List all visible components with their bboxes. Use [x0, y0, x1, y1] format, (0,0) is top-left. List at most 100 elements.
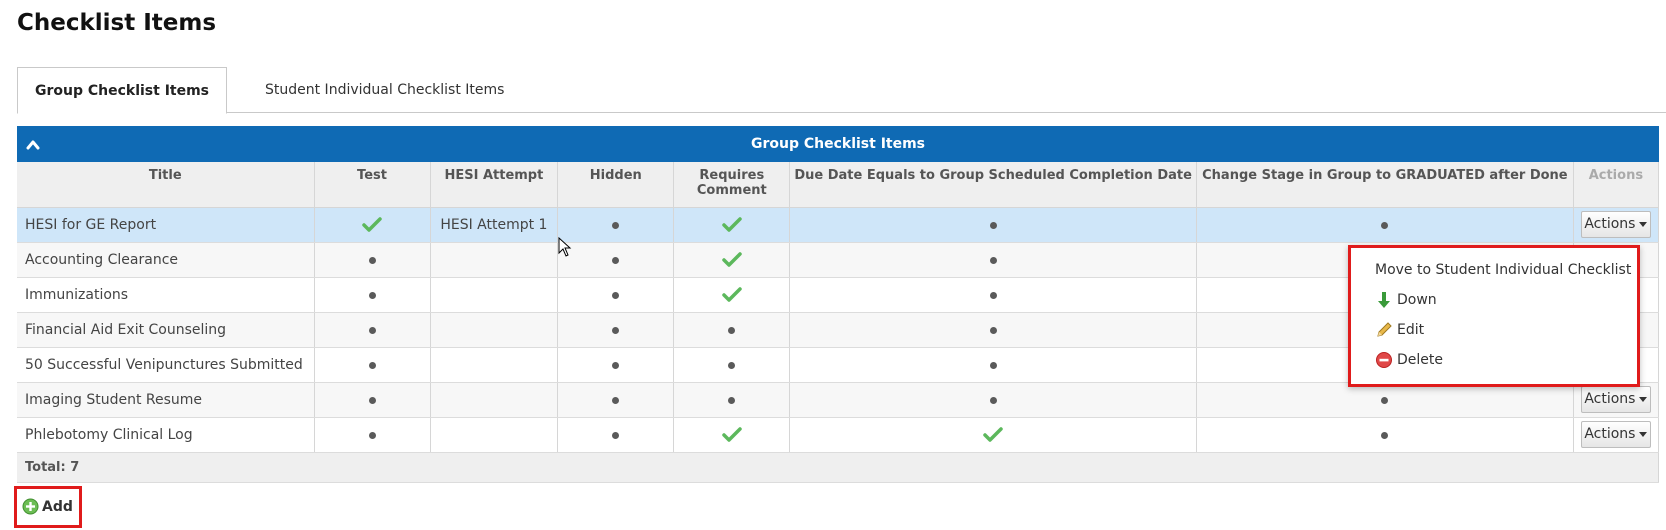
cell-due-date — [789, 242, 1197, 278]
table-footer-total: Total: 7 — [17, 452, 1659, 483]
grid-header: Group Checklist Items — [17, 126, 1659, 162]
cell-hidden — [557, 347, 675, 383]
actions-dropdown-menu: Move to Student Individual Checklist Dow… — [1348, 245, 1640, 387]
caret-down-icon — [1639, 221, 1648, 227]
add-button[interactable]: Add — [22, 494, 74, 520]
table-row[interactable]: Phlebotomy Clinical Log Actions — [17, 417, 1660, 453]
checkmark-icon — [362, 216, 382, 232]
dot-icon — [1381, 221, 1389, 229]
dot-icon — [989, 361, 997, 369]
checkmark-icon — [722, 286, 742, 302]
cell-hidden — [557, 382, 675, 418]
cell-due-date — [789, 382, 1197, 418]
cell-hesi-attempt — [430, 242, 559, 278]
cell-title: Financial Aid Exit Counseling — [17, 312, 315, 348]
menu-item-delete[interactable]: Delete — [1375, 349, 1443, 371]
cell-due-date — [789, 347, 1197, 383]
delete-icon — [1376, 352, 1392, 368]
column-header-due-date[interactable]: Due Date Equals to Group Scheduled Compl… — [789, 162, 1197, 208]
cell-due-date — [789, 312, 1197, 348]
column-header-hesi-attempt[interactable]: HESI Attempt — [430, 162, 559, 208]
dot-icon — [989, 256, 997, 264]
dot-icon — [989, 221, 997, 229]
chevron-up-icon[interactable] — [26, 138, 40, 152]
menu-item-label: Down — [1397, 292, 1437, 308]
dot-icon — [368, 256, 376, 264]
actions-button-label: Actions — [1584, 426, 1636, 442]
cell-test — [314, 382, 431, 418]
dot-icon — [368, 326, 376, 334]
column-header-title[interactable]: Title — [17, 162, 315, 208]
dot-icon — [612, 361, 620, 369]
dot-icon — [612, 256, 620, 264]
cell-hesi-attempt — [430, 417, 559, 453]
tab-group-checklist-items[interactable]: Group Checklist Items — [17, 67, 227, 114]
cell-test — [314, 417, 431, 453]
cell-hesi-attempt — [430, 277, 559, 313]
column-header-requires-comment[interactable]: Requires Comment — [673, 162, 791, 208]
cell-hesi-attempt — [430, 382, 559, 418]
dot-icon — [368, 431, 376, 439]
page-title: Checklist Items — [17, 10, 217, 36]
menu-item-down[interactable]: Down — [1375, 289, 1437, 311]
cell-requires-comment — [673, 382, 791, 418]
cell-due-date — [789, 207, 1197, 243]
cell-hesi-attempt — [430, 312, 559, 348]
cell-actions: Actions — [1573, 207, 1660, 243]
cell-requires-comment — [673, 312, 791, 348]
cell-test — [314, 347, 431, 383]
checkmark-icon — [722, 251, 742, 267]
column-header-row: Title Test HESI Attempt Hidden Requires … — [17, 162, 1660, 208]
menu-item-edit[interactable]: Edit — [1375, 319, 1424, 341]
table-row[interactable]: Imaging Student Resume Actions — [17, 382, 1660, 418]
cell-title: 50 Successful Venipunctures Submitted — [17, 347, 315, 383]
dot-icon — [728, 396, 736, 404]
dot-icon — [612, 291, 620, 299]
menu-item-move-to-student-individual[interactable]: Move to Student Individual Checklist — [1375, 259, 1631, 281]
checkmark-icon — [722, 426, 742, 442]
cell-hidden — [557, 277, 675, 313]
dot-icon — [368, 361, 376, 369]
cell-test — [314, 312, 431, 348]
cell-title: Accounting Clearance — [17, 242, 315, 278]
menu-item-label: Edit — [1397, 322, 1425, 338]
actions-button[interactable]: Actions — [1580, 386, 1651, 413]
cell-due-date — [789, 277, 1197, 313]
tab-student-individual-checklist-items[interactable]: Student Individual Checklist Items — [246, 67, 523, 114]
cell-requires-comment — [673, 417, 791, 453]
cell-requires-comment — [673, 347, 791, 383]
cell-hesi-attempt: HESI Attempt 1 — [430, 207, 559, 243]
cell-hidden — [557, 207, 675, 243]
dot-icon — [1381, 396, 1389, 404]
dot-icon — [368, 396, 376, 404]
dot-icon — [1381, 431, 1389, 439]
column-header-actions: Actions — [1573, 162, 1660, 208]
add-button-highlight: Add — [14, 486, 82, 528]
cell-requires-comment — [673, 207, 791, 243]
dot-icon — [612, 326, 620, 334]
table-row[interactable]: HESI for GE Report HESI Attempt 1 Actions — [17, 207, 1660, 243]
checkmark-icon — [983, 426, 1003, 442]
cell-title: Phlebotomy Clinical Log — [17, 417, 315, 453]
cell-requires-comment — [673, 277, 791, 313]
column-header-hidden[interactable]: Hidden — [557, 162, 675, 208]
cell-requires-comment — [673, 242, 791, 278]
cell-title: HESI for GE Report — [17, 207, 315, 243]
cell-hesi-attempt — [430, 347, 559, 383]
actions-button[interactable]: Actions — [1580, 211, 1651, 238]
cell-change-stage — [1196, 207, 1574, 243]
dot-icon — [612, 431, 620, 439]
cell-test — [314, 242, 431, 278]
down-arrow-icon — [1378, 292, 1390, 308]
dot-icon — [728, 326, 736, 334]
tab-bar: Group Checklist Items Student Individual… — [17, 67, 1666, 114]
column-header-change-stage[interactable]: Change Stage in Group to GRADUATED after… — [1196, 162, 1574, 208]
grid-title: Group Checklist Items — [750, 136, 926, 152]
dot-icon — [612, 221, 620, 229]
mouse-cursor-icon — [558, 237, 572, 257]
column-header-test[interactable]: Test — [314, 162, 431, 208]
pencil-icon — [1377, 322, 1392, 337]
actions-button[interactable]: Actions — [1580, 421, 1651, 448]
checkmark-icon — [722, 216, 742, 232]
cell-change-stage — [1196, 382, 1574, 418]
